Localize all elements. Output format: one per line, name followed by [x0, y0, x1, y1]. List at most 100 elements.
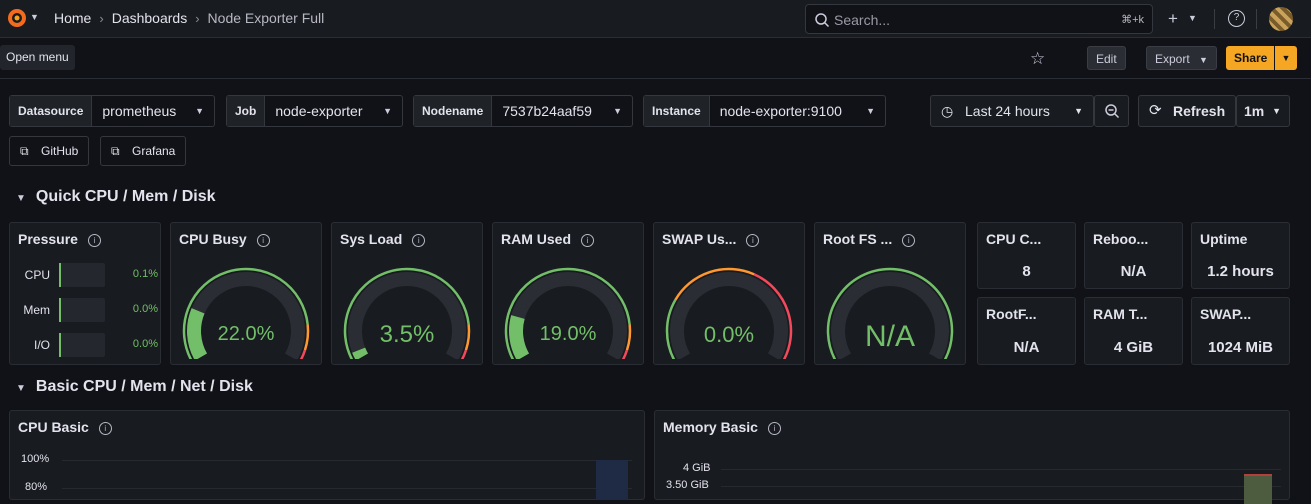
refresh-interval-picker[interactable]: 1m ▼ [1236, 95, 1290, 127]
clock-icon: ◷ [941, 103, 954, 119]
panel-title: CPU Basic i [18, 419, 112, 435]
row-header-quick[interactable]: ▼ Quick CPU / Mem / Disk [16, 188, 216, 206]
panel-title-text: CPU Basic [18, 419, 89, 435]
info-icon[interactable]: i [902, 234, 916, 247]
panel-cpu-basic: CPU Basic i 100% 80% [9, 410, 645, 500]
export-label: Export [1155, 52, 1190, 66]
variable-label: Datasource [10, 96, 93, 126]
variable-label: Job [227, 96, 266, 126]
grid-line [721, 469, 1281, 470]
divider [1256, 9, 1257, 29]
panel-title: Sys Load i [340, 231, 426, 247]
panel-pressure: Pressure i CPU 0.1% Mem 0.0% I/O 0.0% [9, 222, 161, 365]
panel-title: Uptime [1200, 231, 1248, 247]
grid-line [62, 460, 632, 461]
menu-chevron-down-icon[interactable]: ▼ [30, 12, 39, 22]
series-area [1244, 474, 1272, 504]
refresh-icon: ⟳ [1149, 102, 1162, 119]
panel-stat-uptime: Uptime 1.2 hours [1191, 222, 1290, 289]
panel-title: Root FS ... i [823, 231, 916, 247]
variable-datasource[interactable]: Datasource prometheus ▼ [9, 95, 215, 127]
panel-stat-reboot: Reboo... N/A [1084, 222, 1183, 289]
variable-job[interactable]: Job node-exporter ▼ [226, 95, 403, 127]
panel-title: RootF... [986, 306, 1037, 322]
info-icon[interactable]: i [87, 234, 101, 247]
panel-title: SWAP... [1200, 306, 1252, 322]
info-icon[interactable]: i [412, 234, 426, 247]
search-input[interactable]: Search... ⌘+k [805, 4, 1153, 34]
export-button[interactable]: Export ▼ [1146, 46, 1217, 70]
variable-nodename[interactable]: Nodename 7537b24aaf59 ▼ [413, 95, 633, 127]
pressure-label: CPU [24, 268, 50, 282]
edit-button[interactable]: Edit [1087, 46, 1126, 70]
link-github[interactable]: ⧉ GitHub [9, 136, 90, 166]
share-chevron-down-icon[interactable]: ▼ [1275, 46, 1297, 70]
stat-value: 1024 MiB [1207, 339, 1274, 356]
gauge-value: 19.0% [539, 323, 597, 345]
panel-title-text: SWAP Us... [662, 231, 737, 247]
pressure-value: 0.0% [132, 303, 158, 315]
info-icon[interactable]: i [767, 422, 781, 435]
series-area [596, 460, 628, 500]
panel-stat-cpu-cores: CPU C... 8 [977, 222, 1076, 289]
row-header-basic[interactable]: ▼ Basic CPU / Mem / Net / Disk [16, 378, 253, 396]
add-icon[interactable]: + [1168, 9, 1178, 29]
info-icon[interactable]: i [581, 234, 595, 247]
gauge-value: 0.0% [703, 322, 755, 347]
breadcrumb-dashboards[interactable]: Dashboards [112, 10, 188, 26]
grafana-logo-icon[interactable] [6, 7, 28, 29]
search-shortcut: ⌘+k [1121, 14, 1144, 26]
link-grafana[interactable]: ⧉ Grafana [100, 136, 187, 166]
star-icon[interactable]: ☆ [1030, 49, 1045, 69]
chevron-down-icon: ▼ [613, 106, 622, 116]
pressure-label: Mem [23, 303, 50, 317]
panel-title-text: RAM Used [501, 231, 572, 247]
gauge-value: N/A [864, 320, 915, 353]
panel-title: Memory Basic i [663, 419, 781, 435]
chevron-down-icon[interactable]: ▼ [1188, 13, 1197, 23]
external-link-icon: ⧉ [20, 144, 29, 158]
pressure-label: I/O [33, 338, 50, 352]
row-title: Quick CPU / Mem / Disk [35, 188, 216, 205]
pressure-row-cpu: CPU 0.1% [18, 263, 158, 287]
panel-title: RAM Used i [501, 231, 595, 247]
top-navbar: ▼ Home › Dashboards › Node Exporter Full… [0, 0, 1311, 38]
chevron-down-icon: ▼ [383, 106, 392, 116]
refresh-button[interactable]: ⟳ Refresh [1138, 95, 1236, 127]
panel-stat-ram-total: RAM T... 4 GiB [1084, 297, 1183, 365]
info-icon[interactable]: i [746, 234, 760, 247]
info-icon[interactable]: i [256, 234, 270, 247]
chevron-down-icon: ▼ [1272, 106, 1281, 116]
panel-stat-swap-total: SWAP... 1024 MiB [1191, 297, 1290, 365]
zoom-out-button[interactable] [1094, 95, 1129, 127]
avatar[interactable] [1269, 7, 1293, 31]
breadcrumb-home[interactable]: Home [54, 10, 91, 26]
pressure-bar-fill [59, 298, 61, 322]
link-label: GitHub [41, 144, 79, 158]
info-icon[interactable]: i [98, 422, 112, 435]
chevron-down-icon: ▼ [16, 193, 26, 204]
chevron-right-icon: › [99, 10, 104, 26]
help-icon[interactable]: ? [1228, 10, 1245, 27]
search-placeholder: Search... [834, 12, 891, 28]
variable-instance[interactable]: Instance node-exporter:9100 ▼ [643, 95, 886, 127]
share-button[interactable]: Share [1226, 46, 1274, 70]
pressure-bar [59, 333, 105, 357]
gauge-value-arc [352, 347, 369, 359]
panel-title-text: Root FS ... [823, 231, 893, 247]
row-title: Basic CPU / Mem / Net / Disk [35, 378, 253, 395]
breadcrumb-current: Node Exporter Full [207, 10, 325, 26]
stat-value: 1.2 hours [1207, 263, 1274, 280]
y-axis-tick: 80% [25, 481, 48, 493]
stat-value: 8 [1022, 263, 1031, 280]
panel-stat-rootfs: RootF... N/A [977, 297, 1076, 365]
panel-gauge: CPU Busy i 22.0% [170, 222, 322, 365]
pressure-row-io: I/O 0.0% [18, 333, 158, 357]
gauge-value: 3.5% [379, 321, 435, 348]
search-icon [815, 13, 830, 28]
time-range-picker[interactable]: ◷ Last 24 hours ▼ [930, 95, 1094, 127]
panel-title-text: Pressure [18, 231, 78, 247]
chevron-down-icon: ▼ [866, 106, 875, 116]
variable-label: Instance [644, 96, 710, 126]
pressure-value: 0.1% [132, 268, 158, 280]
